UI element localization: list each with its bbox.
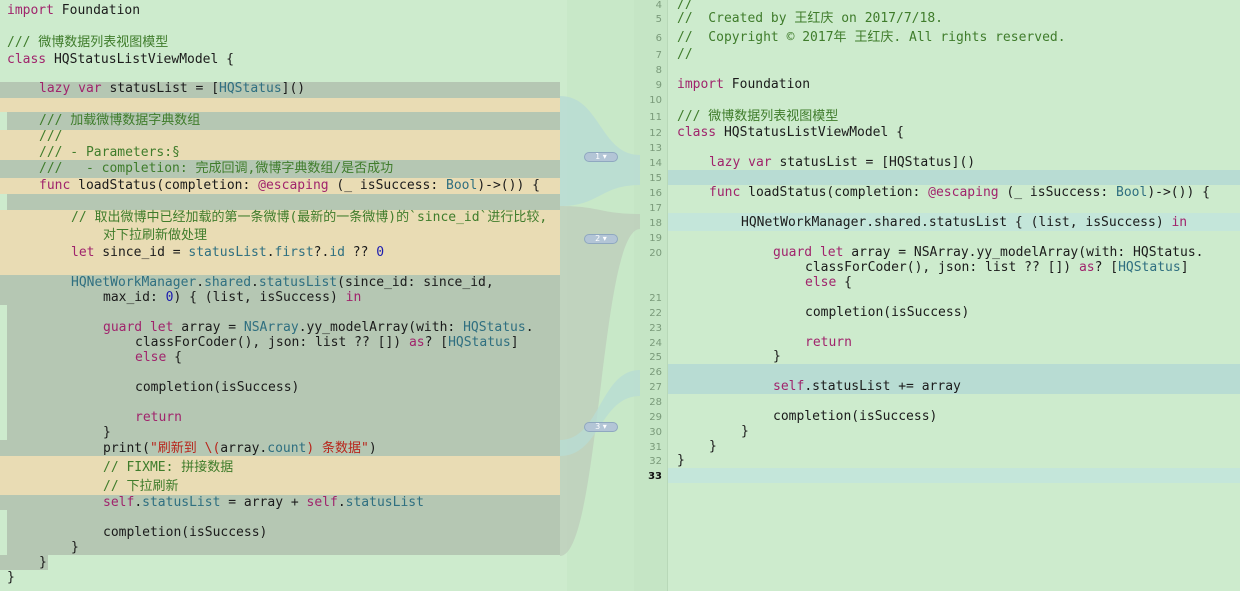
line-number: 33 bbox=[648, 471, 662, 482]
line-number: 18 bbox=[649, 218, 662, 229]
line-number: 19 bbox=[649, 233, 662, 244]
code-line[interactable]: return bbox=[135, 410, 182, 425]
code-line[interactable]: } bbox=[677, 453, 685, 468]
code-line[interactable]: HQNetWorkManager.shared.statusList { (li… bbox=[741, 215, 1187, 230]
code-line[interactable]: /// bbox=[39, 129, 62, 144]
line-number: 21 bbox=[649, 293, 662, 304]
line-number: 22 bbox=[649, 308, 662, 319]
line-number: 12 bbox=[649, 128, 662, 139]
line-number: 17 bbox=[649, 203, 662, 214]
line-number: 8 bbox=[655, 65, 662, 76]
code-line[interactable]: import Foundation bbox=[677, 77, 810, 92]
code-line[interactable]: // FIXME: 拼接数据 bbox=[103, 460, 233, 475]
code-line[interactable]: } bbox=[7, 570, 15, 585]
line-number: 10 bbox=[649, 95, 662, 106]
code-line[interactable]: /// - Parameters:§ bbox=[39, 145, 180, 160]
code-line[interactable]: let since_id = statusList.first?.id ?? 0 bbox=[71, 245, 384, 260]
line-number: 28 bbox=[649, 397, 662, 408]
code-line[interactable]: // 下拉刷新 bbox=[103, 479, 178, 494]
code-line[interactable]: } bbox=[773, 349, 781, 364]
code-line[interactable]: func loadStatus(completion: @escaping (_… bbox=[709, 185, 1210, 200]
code-line[interactable]: else { bbox=[135, 350, 182, 365]
line-number: 32 bbox=[649, 456, 662, 467]
change-marker[interactable]: 3 ▾ bbox=[584, 422, 618, 432]
diff-highlight-band bbox=[7, 194, 560, 210]
code-line[interactable]: else { bbox=[805, 275, 852, 290]
code-line[interactable]: self.statusList = array + self.statusLis… bbox=[103, 495, 424, 510]
code-line[interactable]: /// - completion: 完成回调,微博字典数组/是否成功 bbox=[39, 161, 393, 176]
code-line[interactable]: } bbox=[39, 555, 47, 570]
line-number: 14 bbox=[649, 158, 662, 169]
code-line[interactable]: } bbox=[71, 540, 79, 555]
code-line[interactable]: guard let array = NSArray.yy_modelArray(… bbox=[773, 245, 1203, 260]
line-number: 16 bbox=[649, 188, 662, 199]
line-number: 6 bbox=[655, 33, 662, 44]
line-number: 15 bbox=[649, 173, 662, 184]
diff-highlight-band bbox=[0, 98, 560, 112]
code-line[interactable]: classForCoder(), json: list ?? []) as? [… bbox=[805, 260, 1189, 275]
code-line[interactable]: class HQStatusListViewModel { bbox=[677, 125, 904, 140]
code-line[interactable]: lazy var statusList = [HQStatus]() bbox=[39, 81, 305, 96]
code-line[interactable]: /// 微博数据列表视图模型 bbox=[677, 109, 838, 124]
code-line[interactable]: /// 加载微博数据字典数组 bbox=[39, 113, 200, 128]
diff-connectors bbox=[560, 96, 640, 556]
line-number: 25 bbox=[649, 352, 662, 363]
code-line[interactable]: completion(isSuccess) bbox=[103, 525, 267, 540]
line-number: 23 bbox=[649, 323, 662, 334]
code-line[interactable]: // Copyright © 2017年 王红庆. All rights res… bbox=[677, 30, 1066, 45]
code-line[interactable]: // bbox=[677, 47, 693, 62]
code-line[interactable]: /// 微博数据列表视图模型 bbox=[7, 35, 168, 50]
line-number: 5 bbox=[655, 14, 662, 25]
line-number: 31 bbox=[649, 442, 662, 453]
line-number: 30 bbox=[649, 427, 662, 438]
code-line[interactable]: classForCoder(), json: list ?? []) as? [… bbox=[135, 335, 519, 350]
diff-highlight-band bbox=[0, 456, 560, 495]
line-number: 11 bbox=[649, 112, 662, 123]
change-marker[interactable]: 1 ▾ bbox=[584, 152, 618, 162]
code-line[interactable]: self.statusList += array bbox=[773, 379, 961, 394]
code-line[interactable]: completion(isSuccess) bbox=[773, 409, 937, 424]
line-number: 24 bbox=[649, 338, 662, 349]
code-line[interactable]: completion(isSuccess) bbox=[135, 380, 299, 395]
code-line[interactable]: print("刷新到 \(array.count) 条数据") bbox=[103, 441, 377, 456]
code-line[interactable]: func loadStatus(completion: @escaping (_… bbox=[39, 178, 540, 193]
diff-highlight-band bbox=[668, 468, 1240, 483]
line-number: 13 bbox=[649, 143, 662, 154]
code-line[interactable]: // Created by 王红庆 on 2017/7/18. bbox=[677, 11, 943, 26]
code-line[interactable]: max_id: 0) { (list, isSuccess) in bbox=[103, 290, 361, 305]
code-line[interactable]: lazy var statusList = [HQStatus]() bbox=[709, 155, 975, 170]
code-line[interactable]: guard let array = NSArray.yy_modelArray(… bbox=[103, 320, 534, 335]
code-line[interactable]: completion(isSuccess) bbox=[805, 305, 969, 320]
code-line[interactable]: // 取出微博中已经加载的第一条微博(最新的一条微博)的`since_id`进行… bbox=[71, 210, 547, 225]
code-line[interactable]: import Foundation bbox=[7, 3, 140, 18]
code-line[interactable]: 对下拉刷新做处理 bbox=[103, 228, 207, 243]
line-number: 29 bbox=[649, 412, 662, 423]
change-marker[interactable]: 2 ▾ bbox=[584, 234, 618, 244]
line-number: 27 bbox=[649, 382, 662, 393]
code-line[interactable]: class HQStatusListViewModel { bbox=[7, 52, 234, 67]
line-number: 20 bbox=[649, 248, 662, 259]
diff-highlight-band bbox=[668, 170, 1240, 185]
line-number: 7 bbox=[655, 50, 662, 61]
diff-highlight-band bbox=[7, 510, 560, 555]
line-number: 9 bbox=[655, 80, 662, 91]
code-line[interactable]: return bbox=[805, 335, 852, 350]
code-line[interactable]: HQNetWorkManager.shared.statusList(since… bbox=[71, 275, 494, 290]
code-line[interactable]: } bbox=[741, 424, 749, 439]
code-line[interactable]: } bbox=[103, 425, 111, 440]
code-line[interactable]: } bbox=[709, 439, 717, 454]
line-number: 26 bbox=[649, 367, 662, 378]
